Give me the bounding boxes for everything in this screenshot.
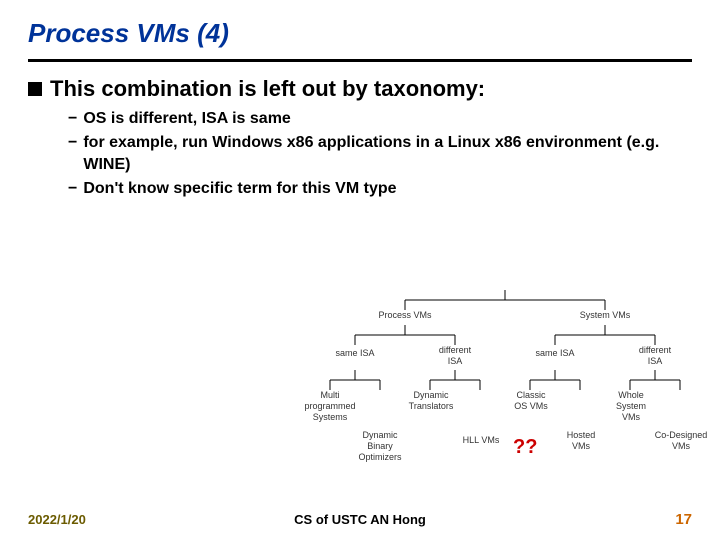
sub-bullet-list: − OS is different, ISA is same − for exa… <box>68 108 692 200</box>
slide-footer: 2022/1/20 CS of USTC AN Hong 17 <box>0 511 720 528</box>
diagram-label: Whole System VMs <box>606 390 656 423</box>
diagram-label: System VMs <box>570 310 640 321</box>
diagram-label: Process VMs <box>370 310 440 321</box>
sub-text: for example, run Windows x86 application… <box>83 132 692 176</box>
footer-page-number: 17 <box>675 511 692 528</box>
diagram-label: Co-Designed VMs <box>650 430 712 452</box>
diagram-label: Hosted VMs <box>556 430 606 452</box>
sub-item: − for example, run Windows x86 applicati… <box>68 132 692 176</box>
diagram-label: different ISA <box>430 345 480 367</box>
slide-title: Process VMs (4) <box>28 18 692 49</box>
sub-item: − OS is different, ISA is same <box>68 108 692 130</box>
diagram-label: Multi programmed Systems <box>300 390 360 423</box>
diagram-label: same ISA <box>330 348 380 359</box>
question-marks: ?? <box>513 436 537 459</box>
diagram-label: HLL VMs <box>456 435 506 446</box>
diagram-label: different ISA <box>630 345 680 367</box>
diagram-label: Dynamic Translators <box>404 390 458 412</box>
main-bullet-text: This combination is left out by taxonomy… <box>50 76 485 102</box>
dash-icon: − <box>68 108 77 130</box>
square-bullet-icon <box>28 82 42 96</box>
sub-item: − Don't know specific term for this VM t… <box>68 178 692 200</box>
sub-text: Don't know specific term for this VM typ… <box>83 178 396 200</box>
diagram-label: Dynamic Binary Optimizers <box>352 430 408 463</box>
taxonomy-diagram: Process VMs System VMs same ISA differen… <box>310 290 700 470</box>
footer-center: CS of USTC AN Hong <box>294 512 426 527</box>
footer-date: 2022/1/20 <box>28 512 86 527</box>
diagram-label: same ISA <box>530 348 580 359</box>
sub-text: OS is different, ISA is same <box>83 108 290 130</box>
title-divider <box>28 59 692 62</box>
dash-icon: − <box>68 178 77 200</box>
diagram-label: Classic OS VMs <box>506 390 556 412</box>
main-bullet-row: This combination is left out by taxonomy… <box>28 76 692 102</box>
dash-icon: − <box>68 132 77 154</box>
